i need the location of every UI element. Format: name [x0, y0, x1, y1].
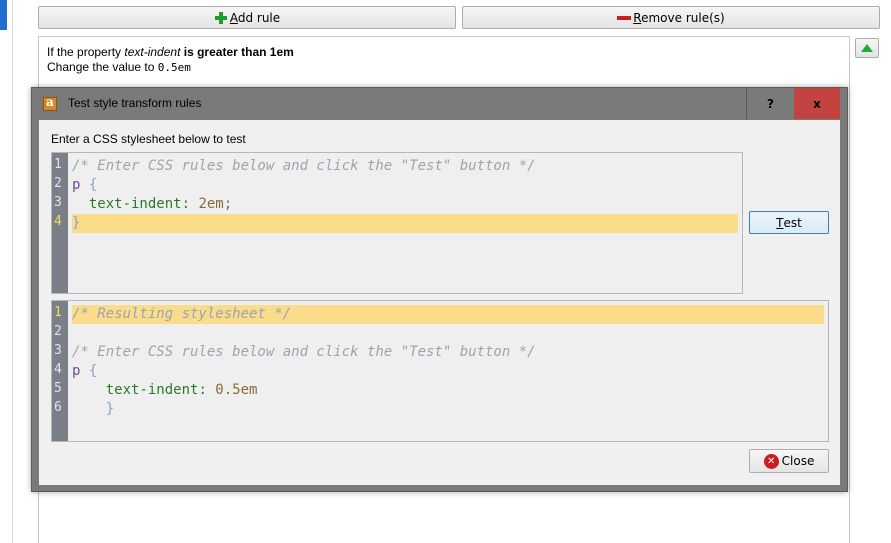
css-input-editor[interactable]: 1 2 3 4 /* Enter CSS rules below and cli…	[51, 152, 743, 294]
code-line: text-indent: 2em;	[72, 196, 233, 212]
test-button[interactable]: Test	[749, 211, 829, 234]
rule-action: Change the value to 0.5em	[47, 60, 191, 74]
line-number: 6	[54, 400, 62, 415]
code-line: }	[72, 401, 115, 417]
close-window-button[interactable]: x	[794, 88, 840, 119]
prompt-label: Enter a CSS stylesheet below to test	[51, 132, 246, 146]
remove-rule-label: Remove rule(s)	[633, 10, 725, 25]
code-line: p {	[72, 363, 98, 379]
current-line-highlight	[72, 214, 738, 233]
line-number: 2	[54, 176, 62, 191]
arrow-up-icon	[861, 44, 873, 52]
line-number: 5	[54, 381, 62, 396]
help-button[interactable]: ?	[746, 88, 794, 119]
code-line: /* Enter CSS rules below and click the "…	[72, 158, 536, 174]
line-number: 3	[54, 343, 62, 358]
css-output-editor[interactable]: 1 2 3 4 5 6 /* Resulting stylesheet */ /…	[51, 300, 829, 442]
line-number-active: 4	[54, 214, 62, 229]
dialog-title: Test style transform rules	[68, 96, 202, 110]
add-rule-label: Add rule	[229, 10, 281, 25]
code-line: /* Resulting stylesheet */	[72, 306, 292, 322]
divider	[12, 0, 13, 543]
dialog-titlebar[interactable]: Test style transform rules ? x	[32, 88, 847, 120]
code-line: /* Enter CSS rules below and click the "…	[72, 344, 536, 360]
remove-rule-button[interactable]: Remove rule(s)	[462, 6, 880, 29]
window-root: Add rule Remove rule(s) If the property …	[0, 0, 891, 543]
add-rule-button[interactable]: Add rule	[38, 6, 456, 29]
line-number-active: 1	[54, 305, 62, 320]
dialog-body: Enter a CSS stylesheet below to test 1 2…	[39, 120, 840, 485]
rule-item[interactable]: If the property text-indent is greater t…	[47, 45, 294, 75]
code-line: text-indent: 0.5em	[72, 382, 258, 398]
line-number: 2	[54, 324, 62, 339]
app-icon	[43, 95, 57, 111]
line-number: 1	[54, 157, 62, 172]
rule-condition: If the property text-indent is greater t…	[47, 45, 294, 59]
test-dialog: Test style transform rules ? x Enter a C…	[31, 87, 848, 492]
line-number-gutter: 1 2 3 4	[52, 153, 68, 293]
line-number-gutter: 1 2 3 4 5 6	[52, 301, 68, 441]
line-number: 3	[54, 195, 62, 210]
selection-accent	[0, 0, 7, 30]
close-button-label: Close	[781, 454, 815, 468]
line-number: 4	[54, 362, 62, 377]
close-button[interactable]: ✕ Close	[749, 449, 829, 473]
code-line: p {	[72, 177, 98, 193]
move-up-button[interactable]	[855, 38, 879, 58]
code-line: }	[72, 215, 81, 231]
plus-icon	[214, 11, 228, 25]
minus-icon	[617, 11, 632, 25]
close-circle-icon: ✕	[763, 453, 779, 469]
